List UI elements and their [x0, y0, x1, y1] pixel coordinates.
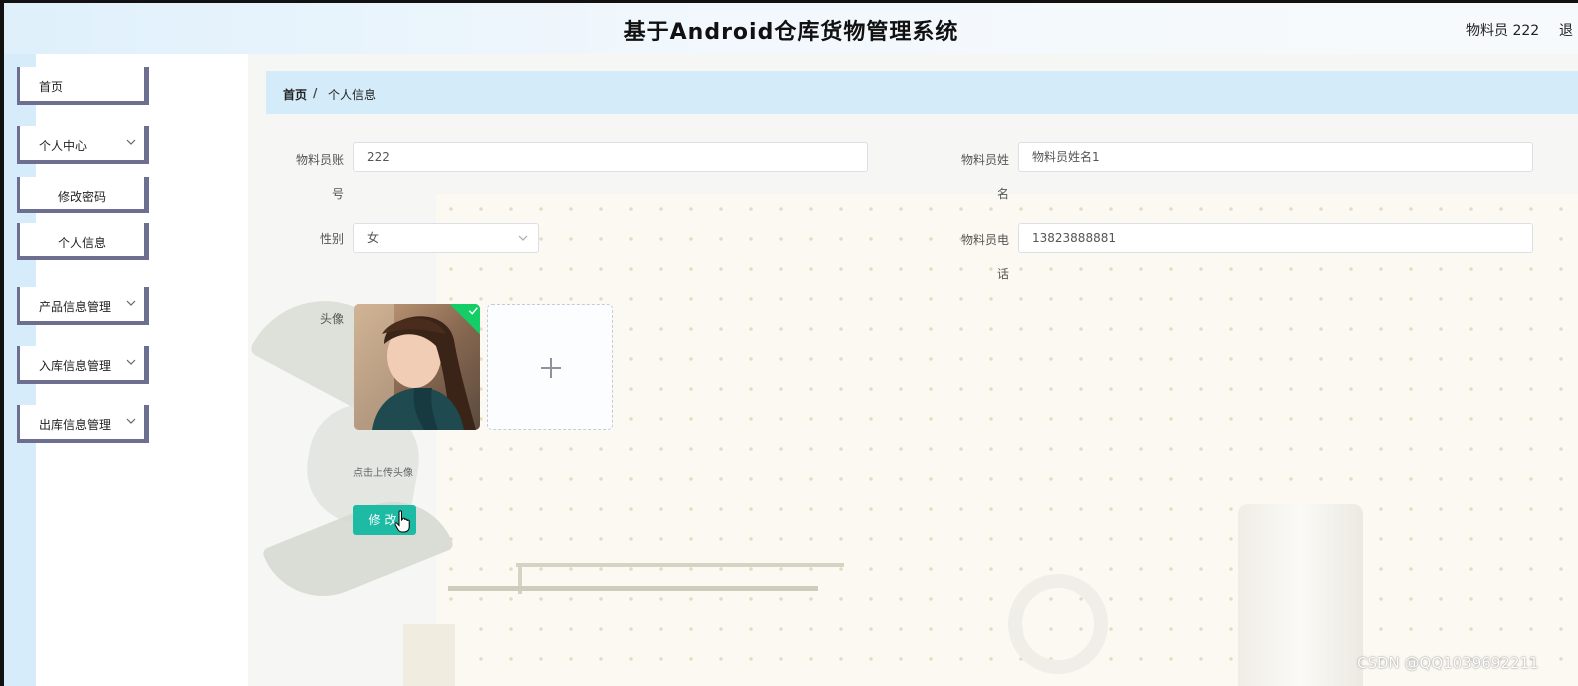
chevron-down-icon: [126, 139, 136, 145]
top-header: 基于Android仓库货物管理系统 物料员 222 退: [4, 3, 1578, 54]
sidebar-item-label: 首页: [39, 80, 64, 94]
name-field[interactable]: 物料员姓名1: [1018, 142, 1533, 172]
account-field[interactable]: 222: [353, 142, 868, 172]
current-user: 物料员 222: [1466, 23, 1540, 39]
chevron-down-icon: [126, 359, 136, 365]
breadcrumb: 首页 / 个人信息: [266, 71, 1578, 114]
phone-label: 物料员电话: [960, 233, 1009, 281]
hand-pointer-icon: [394, 510, 410, 533]
avatar-label: 头像: [319, 312, 344, 326]
sidebar-item-label: 出库信息管理: [39, 418, 112, 432]
background-box: [403, 624, 455, 686]
breadcrumb-separator: /: [313, 86, 318, 100]
logout-link[interactable]: 退: [1559, 20, 1573, 40]
background-ring: [1008, 574, 1108, 674]
chevron-down-icon: [518, 235, 528, 241]
chevron-down-icon: [126, 418, 136, 424]
background-shelf: [516, 563, 844, 567]
plus-icon: [550, 358, 552, 378]
avatar-photo: [354, 304, 480, 430]
chevron-down-icon: [126, 300, 136, 306]
main-content: 首页 / 个人信息 物料员账号 222 物料员姓名 物料员姓名1 性别 女 物料…: [248, 54, 1578, 686]
sidebar-item-personal-info[interactable]: 个人信息: [17, 223, 149, 260]
sidebar-item-inbound-management[interactable]: 入库信息管理: [17, 346, 149, 384]
breadcrumb-home[interactable]: 首页: [283, 86, 307, 103]
watermark: CSDN @QQ1039692211: [1357, 654, 1539, 672]
avatar-upload-button[interactable]: [487, 304, 613, 430]
sidebar-item-label: 修改密码: [57, 190, 106, 204]
sidebar-item-home[interactable]: 首页: [17, 67, 149, 105]
sidebar-item-label: 产品信息管理: [39, 300, 112, 314]
app-title: 基于Android仓库货物管理系统: [623, 20, 959, 45]
gender-value: 女: [367, 231, 380, 245]
background-shelf: [448, 586, 818, 591]
name-label: 物料员姓名: [960, 153, 1009, 201]
gender-label: 性别: [319, 232, 344, 246]
upload-tip: 点击上传头像: [353, 468, 413, 479]
check-icon: [468, 307, 478, 315]
sidebar-item-label: 个人中心: [39, 139, 88, 153]
sidebar-item-label: 个人信息: [57, 236, 106, 250]
gender-select[interactable]: 女: [353, 223, 539, 253]
sidebar-item-personal-center[interactable]: 个人中心: [17, 126, 149, 164]
account-label: 物料员账号: [295, 153, 344, 201]
sidebar-item-label: 入库信息管理: [39, 359, 112, 373]
sidebar-item-change-password[interactable]: 修改密码: [17, 177, 149, 213]
sidebar-item-product-management[interactable]: 产品信息管理: [17, 287, 149, 325]
sidebar-item-outbound-management[interactable]: 出库信息管理: [17, 405, 149, 443]
background-cylinder: [1238, 504, 1363, 686]
phone-field[interactable]: 13823888881: [1018, 223, 1533, 253]
avatar-image[interactable]: [354, 304, 480, 430]
breadcrumb-current: 个人信息: [328, 88, 377, 102]
